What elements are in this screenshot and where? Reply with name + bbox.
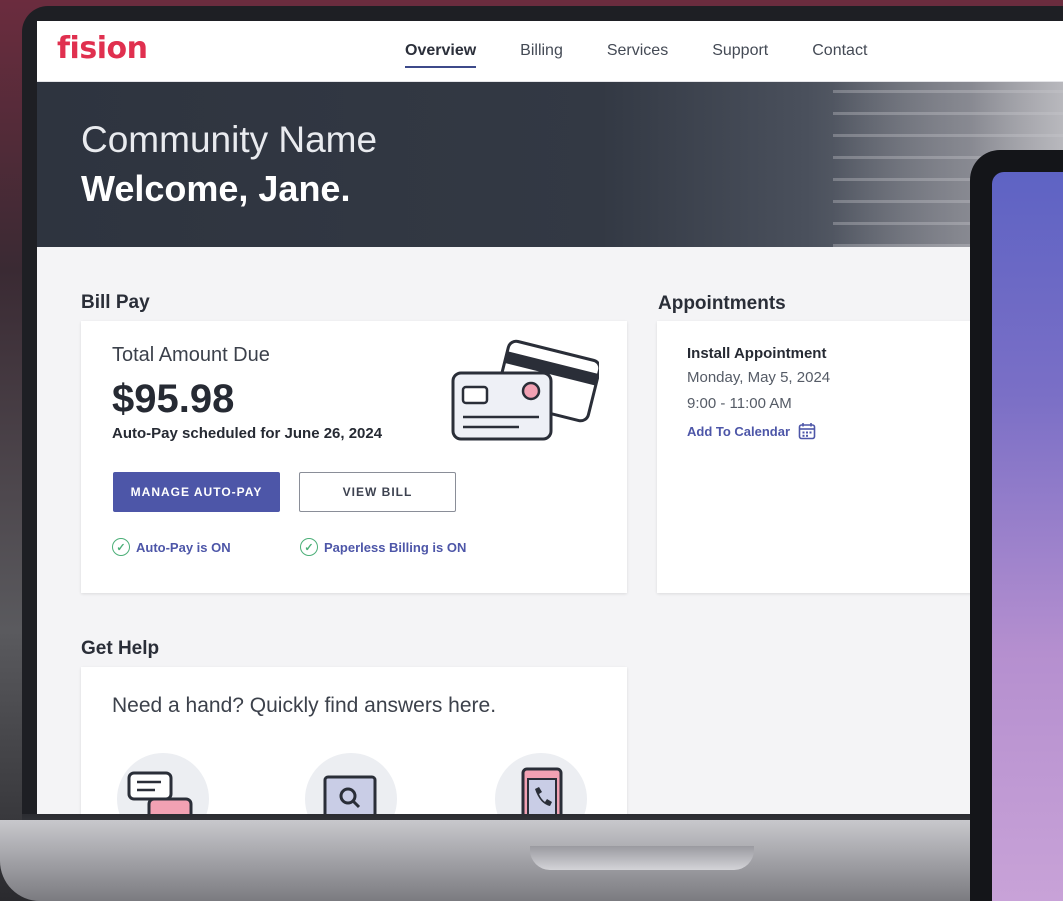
autopay-status: ✓ Auto-Pay is ON [112,538,231,556]
manage-autopay-button[interactable]: MANAGE AUTO-PAY [113,472,280,512]
appointment-title: Install Appointment [687,345,827,362]
view-bill-button[interactable]: VIEW BILL [299,472,456,512]
nav-billing[interactable]: Billing [520,42,563,68]
phone-icon [521,767,563,814]
appointment-time: 9:00 - 11:00 AM [687,395,792,412]
tablet-screen [992,172,1063,901]
laptop-base [0,820,1063,901]
credit-cards-icon [451,339,599,441]
appointments-heading: Appointments [658,293,786,314]
nav-links: Overview Billing Services Support Contac… [405,42,911,68]
appointment-date: Monday, May 5, 2024 [687,369,831,386]
paperless-status: ✓ Paperless Billing is ON [300,538,466,556]
autopay-schedule-note: Auto-Pay scheduled for June 26, 2024 [112,425,383,442]
laptop-screen: fision Overview Billing Services Support… [37,21,1063,814]
fision-logo[interactable]: fision [57,31,148,66]
total-amount-value: $95.98 [112,377,235,421]
bill-pay-card: Total Amount Due $95.98 Auto-Pay schedul… [81,321,627,593]
chat-icon [127,771,193,814]
nav-contact[interactable]: Contact [812,42,867,68]
get-help-text: Need a hand? Quickly find answers here. [112,694,497,717]
nav-support[interactable]: Support [712,42,768,68]
top-nav: fision Overview Billing Services Support… [37,21,1063,82]
help-chat-tile[interactable] [117,753,209,814]
total-amount-label: Total Amount Due [112,344,270,366]
nav-overview[interactable]: Overview [405,42,477,68]
add-to-calendar-link[interactable]: Add To Calendar [687,422,816,440]
help-search-tile[interactable] [305,753,397,814]
check-circle-icon: ✓ [300,538,318,556]
laptop-notch [530,846,754,870]
get-help-heading: Get Help [81,638,160,659]
check-circle-icon: ✓ [112,538,130,556]
welcome-heading: Welcome, Jane. [81,168,351,209]
paperless-status-label: Paperless Billing is ON [324,539,467,555]
community-name: Community Name [81,119,378,160]
bill-pay-heading: Bill Pay [81,292,150,313]
autopay-status-label: Auto-Pay is ON [136,539,231,555]
calendar-icon [798,423,816,440]
add-to-calendar-label: Add To Calendar [687,423,791,439]
nav-services[interactable]: Services [607,42,668,68]
get-help-card: Need a hand? Quickly find answers here. [81,667,627,814]
search-icon [323,775,377,814]
help-phone-tile[interactable] [495,753,587,814]
hero-banner: Community Name Welcome, Jane. [37,82,1063,247]
